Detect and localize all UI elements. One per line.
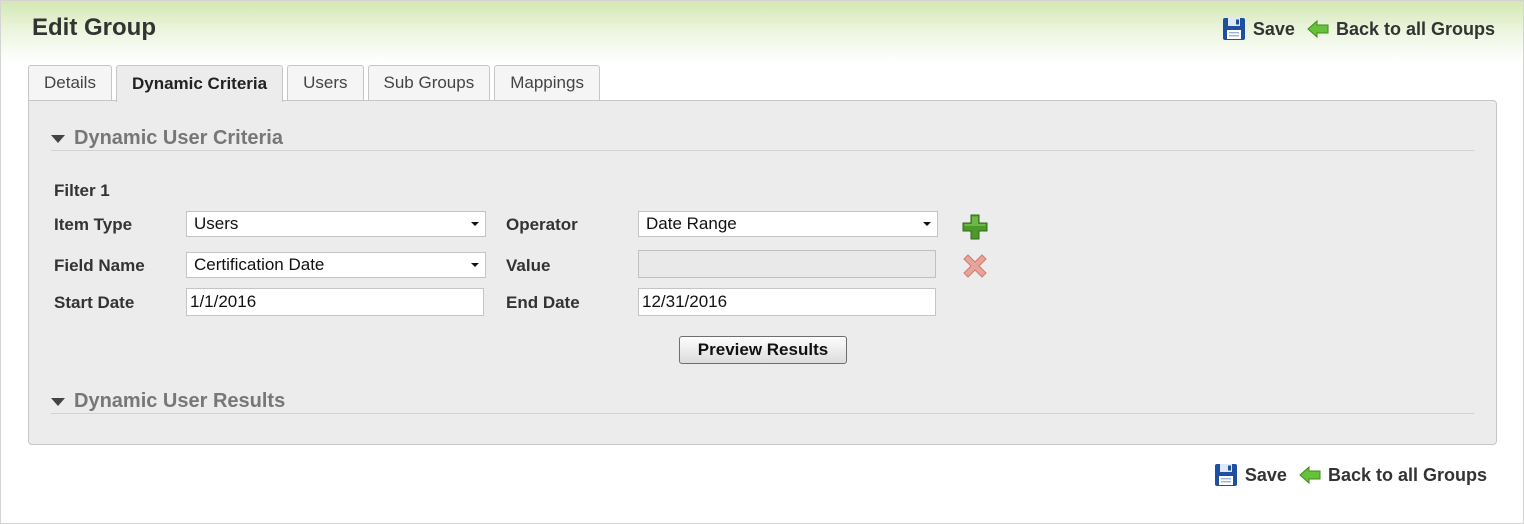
- operator-label: Operator: [506, 215, 578, 234]
- back-to-all-groups-button[interactable]: Back to all Groups: [1307, 19, 1495, 40]
- start-date-label: Start Date: [54, 293, 135, 312]
- item-type-select[interactable]: Users: [186, 211, 486, 237]
- operator-value: Date Range: [646, 214, 737, 233]
- tab-sub-groups[interactable]: Sub Groups: [367, 65, 491, 100]
- section-title: Dynamic User Results: [74, 389, 286, 412]
- value-label: Value: [506, 256, 551, 275]
- filter-title: Filter 1: [54, 181, 110, 200]
- collapse-arrow-icon: [51, 398, 65, 406]
- save-button[interactable]: Save: [1222, 17, 1295, 41]
- edit-group-page: Edit Group Save Back to all Groups Detai…: [0, 0, 1524, 524]
- field-name-label: Field Name: [54, 256, 145, 275]
- dropdown-caret-icon: [923, 222, 931, 226]
- back-to-all-groups-button[interactable]: Back to all Groups: [1299, 465, 1487, 486]
- tab-users[interactable]: Users: [287, 65, 364, 100]
- floppy-disk-icon: [1222, 18, 1245, 40]
- dynamic-user-results-header[interactable]: Dynamic User Results: [51, 389, 1474, 414]
- end-date-input[interactable]: 12/31/2016: [638, 288, 936, 316]
- save-label: Save: [1252, 18, 1295, 39]
- tab-bar: Details Dynamic Criteria Users Sub Group…: [28, 65, 604, 102]
- preview-results-button[interactable]: Preview Results: [679, 336, 847, 364]
- tab-details[interactable]: Details: [28, 65, 112, 100]
- dropdown-caret-icon: [471, 263, 479, 267]
- dropdown-caret-icon: [471, 222, 479, 226]
- footer-actions: Save Back to all Groups: [1214, 463, 1487, 487]
- header-actions: Save Back to all Groups: [1222, 17, 1495, 41]
- save-label: Save: [1244, 464, 1287, 485]
- tab-mappings[interactable]: Mappings: [494, 65, 600, 100]
- arrow-left-icon: [1299, 465, 1321, 485]
- dynamic-criteria-panel: Dynamic User Criteria Filter 1 Item Type…: [28, 100, 1497, 445]
- dynamic-user-criteria-header[interactable]: Dynamic User Criteria: [51, 126, 1474, 151]
- tab-dynamic-criteria[interactable]: Dynamic Criteria: [115, 65, 284, 102]
- arrow-left-icon: [1307, 19, 1329, 39]
- floppy-disk-icon: [1214, 464, 1237, 486]
- field-name-value: Certification Date: [194, 255, 325, 274]
- back-label: Back to all Groups: [1335, 18, 1495, 39]
- save-button[interactable]: Save: [1214, 463, 1287, 487]
- start-date-input[interactable]: 1/1/2016: [186, 288, 484, 316]
- item-type-label: Item Type: [54, 215, 133, 234]
- remove-filter-x-icon[interactable]: [962, 253, 988, 279]
- item-type-value: Users: [194, 214, 239, 233]
- section-title: Dynamic User Criteria: [74, 126, 283, 149]
- operator-select[interactable]: Date Range: [638, 211, 938, 237]
- value-input: [638, 250, 936, 278]
- end-date-label: End Date: [506, 293, 580, 312]
- collapse-arrow-icon: [51, 135, 65, 143]
- add-filter-plus-icon[interactable]: [962, 214, 988, 240]
- page-title: Edit Group: [32, 14, 156, 41]
- field-name-select[interactable]: Certification Date: [186, 252, 486, 278]
- back-label: Back to all Groups: [1327, 464, 1487, 485]
